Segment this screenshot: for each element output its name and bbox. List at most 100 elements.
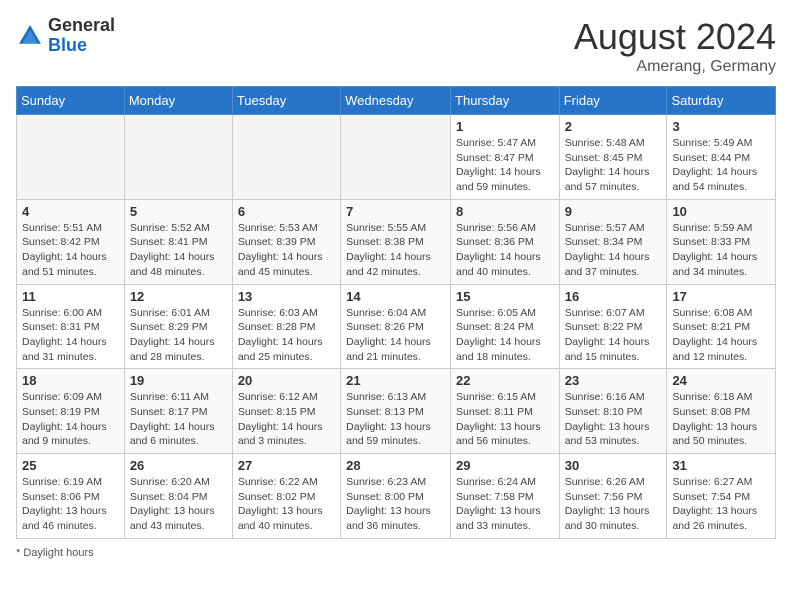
calendar-cell	[124, 115, 232, 200]
day-number: 3	[672, 119, 770, 134]
day-number: 13	[238, 289, 335, 304]
day-number: 16	[565, 289, 662, 304]
day-detail: Sunrise: 5:52 AM Sunset: 8:41 PM Dayligh…	[130, 221, 227, 280]
calendar-cell: 25 Sunrise: 6:19 AM Sunset: 8:06 PM Dayli…	[17, 454, 125, 539]
calendar-cell	[17, 115, 125, 200]
day-detail: Sunrise: 5:57 AM Sunset: 8:34 PM Dayligh…	[565, 221, 662, 280]
day-detail: Sunrise: 6:12 AM Sunset: 8:15 PM Dayligh…	[238, 390, 335, 449]
day-detail: Sunrise: 6:08 AM Sunset: 8:21 PM Dayligh…	[672, 306, 770, 365]
day-detail: Sunrise: 5:49 AM Sunset: 8:44 PM Dayligh…	[672, 136, 770, 195]
calendar-cell: 23Sunrise: 6:16 AM Sunset: 8:10 PM Dayli…	[559, 369, 667, 454]
day-number: 21	[346, 373, 445, 388]
day-detail: Sunrise: 6:26 AM Sunset: 7:56 PM Dayligh…	[565, 475, 662, 534]
day-detail: Sunrise: 6:04 AM Sunset: 8:26 PM Dayligh…	[346, 306, 445, 365]
logo-general-text: General	[48, 15, 115, 35]
calendar-cell: 18 Sunrise: 6:09 AM Sunset: 8:19 PM Dayli…	[17, 369, 125, 454]
day-number: 28	[346, 458, 445, 473]
footer-note: * Daylight hours	[16, 547, 776, 559]
day-detail: Sunrise: 6:20 AM Sunset: 8:04 PM Dayligh…	[130, 475, 227, 534]
day-number: 10	[672, 204, 770, 219]
day-detail: Sunrise: 6:23 AM Sunset: 8:00 PM Dayligh…	[346, 475, 445, 534]
day-detail: Sunrise: 6:18 AM Sunset: 8:08 PM Dayligh…	[672, 390, 770, 449]
day-detail: Sunrise: 5:53 AM Sunset: 8:39 PM Dayligh…	[238, 221, 335, 280]
daylight-label: Daylight hours	[23, 547, 93, 559]
calendar-week-1: 1 Sunrise: 5:47 AM Sunset: 8:47 PM Daylig…	[17, 115, 776, 200]
day-detail: Sunrise: 6:11 AM Sunset: 8:17 PM Dayligh…	[130, 390, 227, 449]
day-number: 9	[565, 204, 662, 219]
calendar-cell: 6 Sunrise: 5:53 AM Sunset: 8:39 PM Daylig…	[232, 199, 340, 284]
calendar-cell: 31Sunrise: 6:27 AM Sunset: 7:54 PM Dayli…	[667, 454, 776, 539]
weekday-header-monday: Monday	[124, 87, 232, 115]
calendar-cell: 20 Sunrise: 6:12 AM Sunset: 8:15 PM Dayli…	[232, 369, 340, 454]
calendar-week-4: 18 Sunrise: 6:09 AM Sunset: 8:19 PM Dayli…	[17, 369, 776, 454]
day-detail: Sunrise: 5:56 AM Sunset: 8:36 PM Dayligh…	[456, 221, 554, 280]
day-number: 18	[22, 373, 119, 388]
day-number: 11	[22, 289, 119, 304]
day-detail: Sunrise: 6:15 AM Sunset: 8:11 PM Dayligh…	[456, 390, 554, 449]
weekday-header-friday: Friday	[559, 87, 667, 115]
day-number: 22	[456, 373, 554, 388]
day-number: 27	[238, 458, 335, 473]
calendar-cell: 14 Sunrise: 6:04 AM Sunset: 8:26 PM Dayli…	[341, 284, 451, 369]
calendar-cell: 3 Sunrise: 5:49 AM Sunset: 8:44 PM Daylig…	[667, 115, 776, 200]
calendar-cell: 2Sunrise: 5:48 AM Sunset: 8:45 PM Daylig…	[559, 115, 667, 200]
day-detail: Sunrise: 6:13 AM Sunset: 8:13 PM Dayligh…	[346, 390, 445, 449]
day-detail: Sunrise: 6:22 AM Sunset: 8:02 PM Dayligh…	[238, 475, 335, 534]
calendar-week-3: 11 Sunrise: 6:00 AM Sunset: 8:31 PM Dayli…	[17, 284, 776, 369]
day-detail: Sunrise: 6:16 AM Sunset: 8:10 PM Dayligh…	[565, 390, 662, 449]
calendar-cell: 24 Sunrise: 6:18 AM Sunset: 8:08 PM Dayli…	[667, 369, 776, 454]
calendar-cell: 7Sunrise: 5:55 AM Sunset: 8:38 PM Daylig…	[341, 199, 451, 284]
day-number: 25	[22, 458, 119, 473]
day-number: 4	[22, 204, 119, 219]
day-detail: Sunrise: 6:09 AM Sunset: 8:19 PM Dayligh…	[22, 390, 119, 449]
calendar-cell: 28 Sunrise: 6:23 AM Sunset: 8:00 PM Dayli…	[341, 454, 451, 539]
logo-blue-text: Blue	[48, 35, 87, 55]
day-detail: Sunrise: 6:19 AM Sunset: 8:06 PM Dayligh…	[22, 475, 119, 534]
day-detail: Sunrise: 6:27 AM Sunset: 7:54 PM Dayligh…	[672, 475, 770, 534]
calendar-cell: 10Sunrise: 5:59 AM Sunset: 8:33 PM Dayli…	[667, 199, 776, 284]
calendar-cell: 4 Sunrise: 5:51 AM Sunset: 8:42 PM Daylig…	[17, 199, 125, 284]
day-detail: Sunrise: 5:47 AM Sunset: 8:47 PM Dayligh…	[456, 136, 554, 195]
calendar-cell: 22 Sunrise: 6:15 AM Sunset: 8:11 PM Dayli…	[451, 369, 560, 454]
calendar-week-2: 4 Sunrise: 5:51 AM Sunset: 8:42 PM Daylig…	[17, 199, 776, 284]
day-number: 15	[456, 289, 554, 304]
calendar-cell: 26 Sunrise: 6:20 AM Sunset: 8:04 PM Dayli…	[124, 454, 232, 539]
weekday-header-tuesday: Tuesday	[232, 87, 340, 115]
month-year-title: August 2024	[574, 16, 776, 58]
day-number: 14	[346, 289, 445, 304]
day-number: 24	[672, 373, 770, 388]
calendar-cell: 21 Sunrise: 6:13 AM Sunset: 8:13 PM Dayli…	[341, 369, 451, 454]
calendar-cell: 16Sunrise: 6:07 AM Sunset: 8:22 PM Dayli…	[559, 284, 667, 369]
day-number: 1	[456, 119, 554, 134]
title-area: August 2024 Amerang, Germany	[574, 16, 776, 76]
day-detail: Sunrise: 6:05 AM Sunset: 8:24 PM Dayligh…	[456, 306, 554, 365]
day-number: 20	[238, 373, 335, 388]
day-number: 17	[672, 289, 770, 304]
logo-icon	[16, 22, 44, 50]
calendar-cell: 8Sunrise: 5:56 AM Sunset: 8:36 PM Daylig…	[451, 199, 560, 284]
day-number: 26	[130, 458, 227, 473]
calendar-table: SundayMondayTuesdayWednesdayThursdayFrid…	[16, 86, 776, 539]
calendar-cell: 12Sunrise: 6:01 AM Sunset: 8:29 PM Dayli…	[124, 284, 232, 369]
calendar-cell: 17 Sunrise: 6:08 AM Sunset: 8:21 PM Dayli…	[667, 284, 776, 369]
calendar-cell: 30 Sunrise: 6:26 AM Sunset: 7:56 PM Dayli…	[559, 454, 667, 539]
day-number: 29	[456, 458, 554, 473]
day-number: 30	[565, 458, 662, 473]
day-number: 12	[130, 289, 227, 304]
calendar-cell	[341, 115, 451, 200]
logo: General Blue	[16, 16, 115, 56]
day-detail: Sunrise: 6:00 AM Sunset: 8:31 PM Dayligh…	[22, 306, 119, 365]
calendar-cell: 29Sunrise: 6:24 AM Sunset: 7:58 PM Dayli…	[451, 454, 560, 539]
day-detail: Sunrise: 5:55 AM Sunset: 8:38 PM Dayligh…	[346, 221, 445, 280]
day-detail: Sunrise: 5:51 AM Sunset: 8:42 PM Dayligh…	[22, 221, 119, 280]
day-number: 5	[130, 204, 227, 219]
calendar-cell: 19Sunrise: 6:11 AM Sunset: 8:17 PM Dayli…	[124, 369, 232, 454]
day-detail: Sunrise: 6:03 AM Sunset: 8:28 PM Dayligh…	[238, 306, 335, 365]
day-number: 6	[238, 204, 335, 219]
page-header: General Blue August 2024 Amerang, German…	[16, 16, 776, 76]
calendar-cell: 11 Sunrise: 6:00 AM Sunset: 8:31 PM Dayli…	[17, 284, 125, 369]
weekday-header-row: SundayMondayTuesdayWednesdayThursdayFrid…	[17, 87, 776, 115]
location-subtitle: Amerang, Germany	[574, 58, 776, 76]
calendar-week-5: 25 Sunrise: 6:19 AM Sunset: 8:06 PM Dayli…	[17, 454, 776, 539]
calendar-cell: 27 Sunrise: 6:22 AM Sunset: 8:02 PM Dayli…	[232, 454, 340, 539]
